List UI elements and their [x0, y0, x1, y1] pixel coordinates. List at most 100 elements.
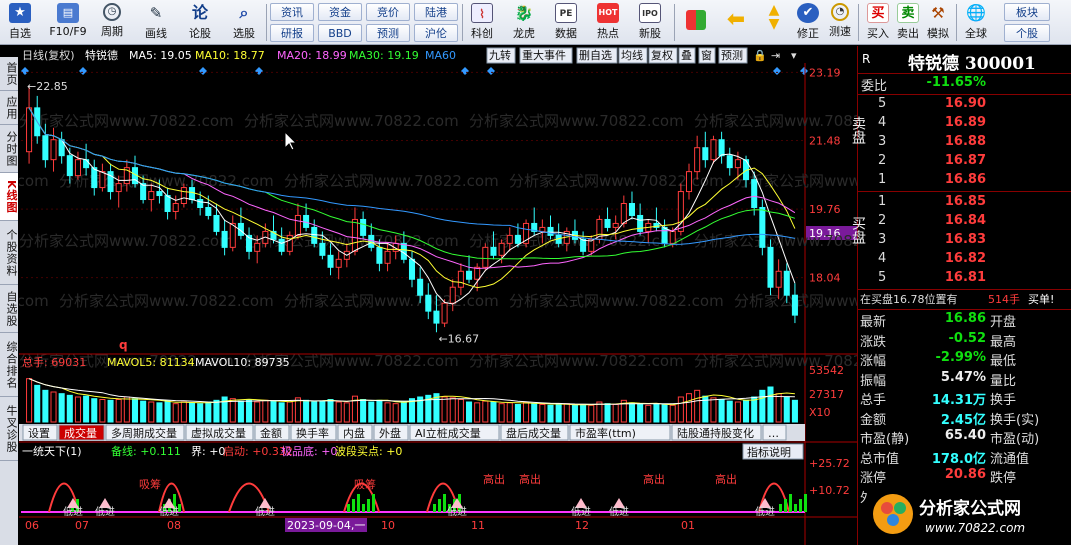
new-stock-button[interactable]: IPO 新股: [632, 2, 668, 43]
vol-mavol10: MAVOL10: 89735: [195, 356, 290, 369]
quote-value: 2.45亿: [940, 412, 986, 428]
ind-green-bar: [433, 504, 436, 512]
chart-tab: 窗: [701, 48, 712, 62]
f10-icon: ▤: [57, 3, 79, 23]
level-price: 16.85: [944, 194, 986, 209]
volume-bar: [115, 399, 122, 423]
price-tick-label: 21.48: [809, 135, 841, 148]
candle-up: [539, 226, 546, 232]
volume-bar: [319, 400, 326, 423]
volume-bar: [531, 403, 538, 423]
draw-button[interactable]: ✎ 画线: [138, 2, 174, 43]
chart-tab: 复权: [651, 48, 673, 62]
kline-chart[interactable]: 日线(复权) 特锐德 MA5: 19.05 MA10: 18.77 MA20: 18.9…: [19, 46, 857, 545]
auction-pill[interactable]: 竞价: [366, 3, 410, 21]
candle-down: [433, 310, 440, 324]
logo-url: www.70822.com: [925, 521, 1025, 535]
volume-bar: [42, 389, 49, 423]
chart-header-item: MA5: 19.05: [129, 49, 192, 62]
watermark-text: 分析家公式网www.70822.com: [284, 172, 499, 190]
personal-pill[interactable]: 个股: [1004, 24, 1050, 42]
volume-bar: [441, 396, 448, 423]
candle-up: [694, 147, 701, 173]
modify-button[interactable]: ✔ 修正: [790, 2, 826, 43]
tab-apps[interactable]: 应用: [0, 91, 18, 125]
dragon-tiger-button[interactable]: 🐉 龙虎: [506, 2, 542, 43]
toolbar-divider: [462, 4, 463, 41]
pen-icon: ✎: [149, 4, 163, 22]
level-index: 5: [878, 270, 887, 285]
tab-home[interactable]: 首页: [0, 57, 18, 91]
candle-up: [449, 286, 456, 304]
bbd-pill[interactable]: BBD: [318, 24, 362, 42]
tab-timeshare[interactable]: 分时图: [0, 125, 18, 173]
chart-header-item: 特锐德: [85, 48, 118, 62]
research-pill[interactable]: 研报: [270, 24, 314, 42]
volume-bar: [523, 401, 530, 423]
quote-value: 65.40: [944, 428, 986, 443]
candle-down: [205, 207, 212, 216]
self-select-button[interactable]: ★ 自选: [2, 2, 38, 43]
forecast-pill[interactable]: 预测: [366, 24, 410, 42]
timer-icon: ◔: [831, 3, 849, 21]
volume-bar: [588, 404, 595, 423]
volume-bar: [254, 401, 261, 423]
quote-label-right: 跌停: [990, 471, 1017, 486]
candle-down: [628, 203, 636, 216]
level-index: 1: [878, 194, 887, 209]
ind-tick-label: +25.72: [809, 457, 850, 470]
quote-label: 最新: [860, 315, 887, 330]
volume-bar: [335, 401, 342, 423]
candle-up: [775, 270, 782, 288]
quote-row: 金额 2.45亿 换手(实): [858, 409, 1071, 428]
magnifier-chart-icon: ⌕: [239, 3, 249, 22]
back-button[interactable]: ⬅: [718, 2, 754, 43]
tab-kline[interactable]: K线图: [0, 173, 18, 221]
candle-down: [702, 147, 709, 161]
timer-button[interactable]: ◔ 测速: [822, 2, 858, 43]
hk-pill[interactable]: 陆港: [414, 3, 458, 21]
level-price: 16.83: [944, 232, 986, 247]
event-diamond-icon: [487, 67, 495, 75]
tab-diagnosis[interactable]: 牛叉诊股: [0, 397, 18, 461]
simulate-button[interactable]: ⚒ 模拟: [920, 2, 956, 43]
tab-stock-info[interactable]: 个股资料: [0, 221, 18, 285]
period-button[interactable]: ◷ 周期: [94, 2, 130, 43]
volume-bar: [482, 400, 489, 423]
quote-value: -2.99%: [935, 350, 987, 365]
lungu-button[interactable]: 论 论股: [182, 2, 218, 43]
divider: [858, 94, 1071, 95]
date-tick-label: 10: [381, 519, 395, 532]
kline-svg[interactable]: 日线(复权) 特锐德 MA5: 19.05 MA10: 18.77 MA20: 18.9…: [19, 46, 857, 545]
data-button[interactable]: PE 数据: [548, 2, 584, 43]
candle-down: [376, 246, 383, 264]
site-logo: 分析家公式网 www.70822.com: [867, 486, 1069, 541]
news-pill[interactable]: 资讯: [270, 3, 314, 21]
volume-bar: [107, 399, 114, 423]
fund-pill[interactable]: 资金: [318, 3, 362, 21]
hot-button[interactable]: HOT 热点: [590, 2, 626, 43]
volume-bar: [188, 402, 196, 423]
candle-down: [514, 234, 521, 244]
quote-row: 最新 16.86 开盘: [858, 311, 1071, 330]
tab-watchlist[interactable]: 自选股: [0, 285, 18, 333]
volume-bar: [50, 391, 57, 423]
volume-bar: [791, 399, 798, 423]
pick-stock-button[interactable]: ⌕ 选股: [226, 2, 262, 43]
vol-mavol5: MAVOL5: 81134: [107, 356, 195, 369]
ind-label-bottom: 低进: [255, 505, 275, 518]
window-button[interactable]: [678, 2, 714, 43]
candle-down: [319, 242, 326, 256]
chart-tab-icon: 🔒: [753, 49, 767, 62]
candle-down: [580, 238, 587, 252]
global-button[interactable]: 🌐 全球: [958, 2, 994, 43]
board-pill[interactable]: 板块: [1004, 3, 1050, 21]
indicator-tab-label: 设置: [28, 427, 50, 440]
tab-ranking[interactable]: 综合排名: [0, 333, 18, 397]
science-board-button[interactable]: ⌇ 科创: [464, 2, 500, 43]
f10-button[interactable]: ▤ F10/F9: [46, 2, 90, 43]
candle-down: [360, 218, 367, 236]
up-button[interactable]: ▲ ▼: [756, 2, 792, 43]
hu-lun-pill[interactable]: 沪伦: [414, 24, 458, 42]
candle-down: [188, 187, 196, 201]
